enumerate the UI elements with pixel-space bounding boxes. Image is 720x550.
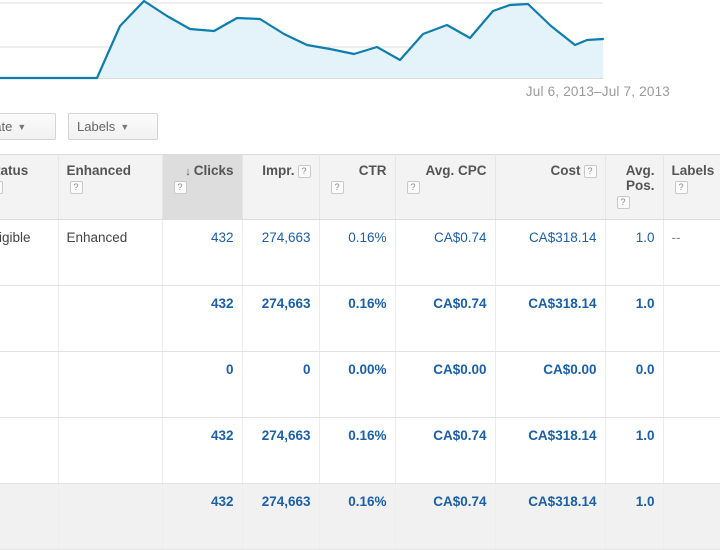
cell-avg-pos: 1.0: [605, 285, 664, 352]
automate-button[interactable]: nate ▼: [0, 113, 56, 140]
help-icon[interactable]: ?: [330, 181, 344, 194]
table-toolbar: nate ▼ Labels ▼: [0, 113, 720, 148]
column-header-clicks[interactable]: ↓ Clicks ?: [162, 154, 243, 220]
column-header-ctr[interactable]: CTR ?: [319, 154, 396, 220]
sort-descending-icon: ↓: [185, 166, 191, 178]
cell-clicks: 0: [162, 351, 243, 418]
cell-ctr: 0.16%: [319, 417, 396, 484]
cell-ctr: 0.00%: [319, 351, 396, 418]
cell-status: [0, 417, 59, 484]
help-icon[interactable]: ?: [406, 181, 420, 194]
help-icon[interactable]: ?: [0, 181, 3, 194]
help-icon[interactable]: ?: [674, 181, 688, 194]
column-header-clicks-label: Clicks: [193, 163, 234, 178]
campaign-stats-table: Status ? Enhanced ? ↓Clicks ? Impr.? CTR…: [0, 154, 720, 550]
cell-impr: 274,663: [242, 219, 320, 286]
cell-avg-pos: 0.0: [605, 351, 664, 418]
cell-impr: 274,663: [242, 417, 320, 484]
column-header-enhanced[interactable]: Enhanced ?: [58, 154, 163, 220]
cell-ctr: 0.16%: [319, 219, 396, 286]
cell-cost: CA$0.00: [495, 351, 606, 418]
column-header-avg-pos-label: Avg. Pos.: [625, 163, 655, 193]
help-icon[interactable]: ?: [583, 164, 597, 178]
cell-status: Eligible: [0, 219, 59, 286]
column-header-status[interactable]: Status ?: [0, 154, 59, 220]
cell-enhanced: [58, 285, 163, 352]
cell-avg-cpc: CA$0.74: [395, 219, 496, 286]
table-row[interactable]: Eligible Enhanced 432 274,663 0.16% CA$0…: [0, 219, 720, 286]
cell-avg-cpc: CA$0.00: [395, 351, 496, 418]
help-icon[interactable]: ?: [616, 196, 630, 209]
table-row: 0 0 0.00% CA$0.00 CA$0.00 0.0: [0, 351, 720, 418]
column-header-avg-cpc[interactable]: Avg. CPC ?: [395, 154, 496, 220]
column-header-avg-pos[interactable]: Avg. Pos. ?: [605, 154, 664, 220]
cell-clicks: 432: [162, 417, 243, 484]
labels-button-label: Labels: [77, 119, 116, 134]
column-header-labels-label: Labels: [671, 163, 715, 178]
chart-date-range-label: Jul 6, 2013–Jul 7, 2013: [525, 84, 670, 99]
cell-avg-pos: 1.0: [605, 417, 664, 484]
help-icon[interactable]: ?: [297, 164, 311, 178]
cell-clicks: 432: [162, 285, 243, 352]
cell-status: [0, 285, 59, 352]
column-header-cost-label: Cost: [550, 163, 581, 178]
table-row: 432 274,663 0.16% CA$0.74 CA$318.14 1.0: [0, 417, 720, 484]
cell-labels: [663, 285, 720, 352]
cell-ctr: 0.16%: [319, 285, 396, 352]
cell-avg-pos: 1.0: [605, 219, 664, 286]
automate-button-label: nate: [0, 119, 13, 134]
cell-cost: CA$318.14: [495, 285, 606, 352]
help-icon[interactable]: ?: [173, 181, 187, 194]
column-header-impr[interactable]: Impr.?: [242, 154, 320, 220]
cell-cost: CA$318.14: [495, 219, 606, 286]
cell-enhanced: [58, 417, 163, 484]
column-header-labels[interactable]: Labels ?: [663, 154, 720, 220]
cell-enhanced: Enhanced: [58, 219, 163, 286]
cell-labels: [663, 351, 720, 418]
cell-avg-cpc: CA$0.74: [395, 285, 496, 352]
cell-status: [0, 351, 59, 418]
cell-impr: 0: [242, 351, 320, 418]
cell-enhanced: [58, 351, 163, 418]
chevron-down-icon: ▼: [120, 122, 130, 132]
help-icon[interactable]: ?: [69, 181, 83, 194]
table-row: 432 274,663 0.16% CA$0.74 CA$318.14 1.0: [0, 285, 720, 352]
column-header-status-label: Status: [0, 163, 29, 178]
cell-labels: --: [663, 219, 720, 286]
table-header-row: Status ? Enhanced ? ↓Clicks ? Impr.? CTR…: [0, 154, 720, 220]
column-header-impr-label: Impr.: [262, 163, 295, 178]
performance-chart: Jul 6, 2013–Jul 7, 2013: [0, 0, 720, 112]
column-header-cost[interactable]: Cost?: [495, 154, 606, 220]
chart-area-fill: [0, 1, 603, 78]
column-header-enhanced-label: Enhanced: [66, 163, 132, 178]
cell-avg-cpc: CA$0.74: [395, 417, 496, 484]
labels-button[interactable]: Labels ▼: [68, 113, 158, 140]
cell-impr: 274,663: [242, 285, 320, 352]
chevron-down-icon: ▼: [17, 122, 27, 132]
column-header-avg-cpc-label: Avg. CPC: [425, 163, 487, 178]
cell-clicks: 432: [162, 219, 243, 286]
cell-cost: CA$318.14: [495, 417, 606, 484]
cell-labels: [663, 417, 720, 484]
column-header-ctr-label: CTR: [358, 163, 387, 178]
